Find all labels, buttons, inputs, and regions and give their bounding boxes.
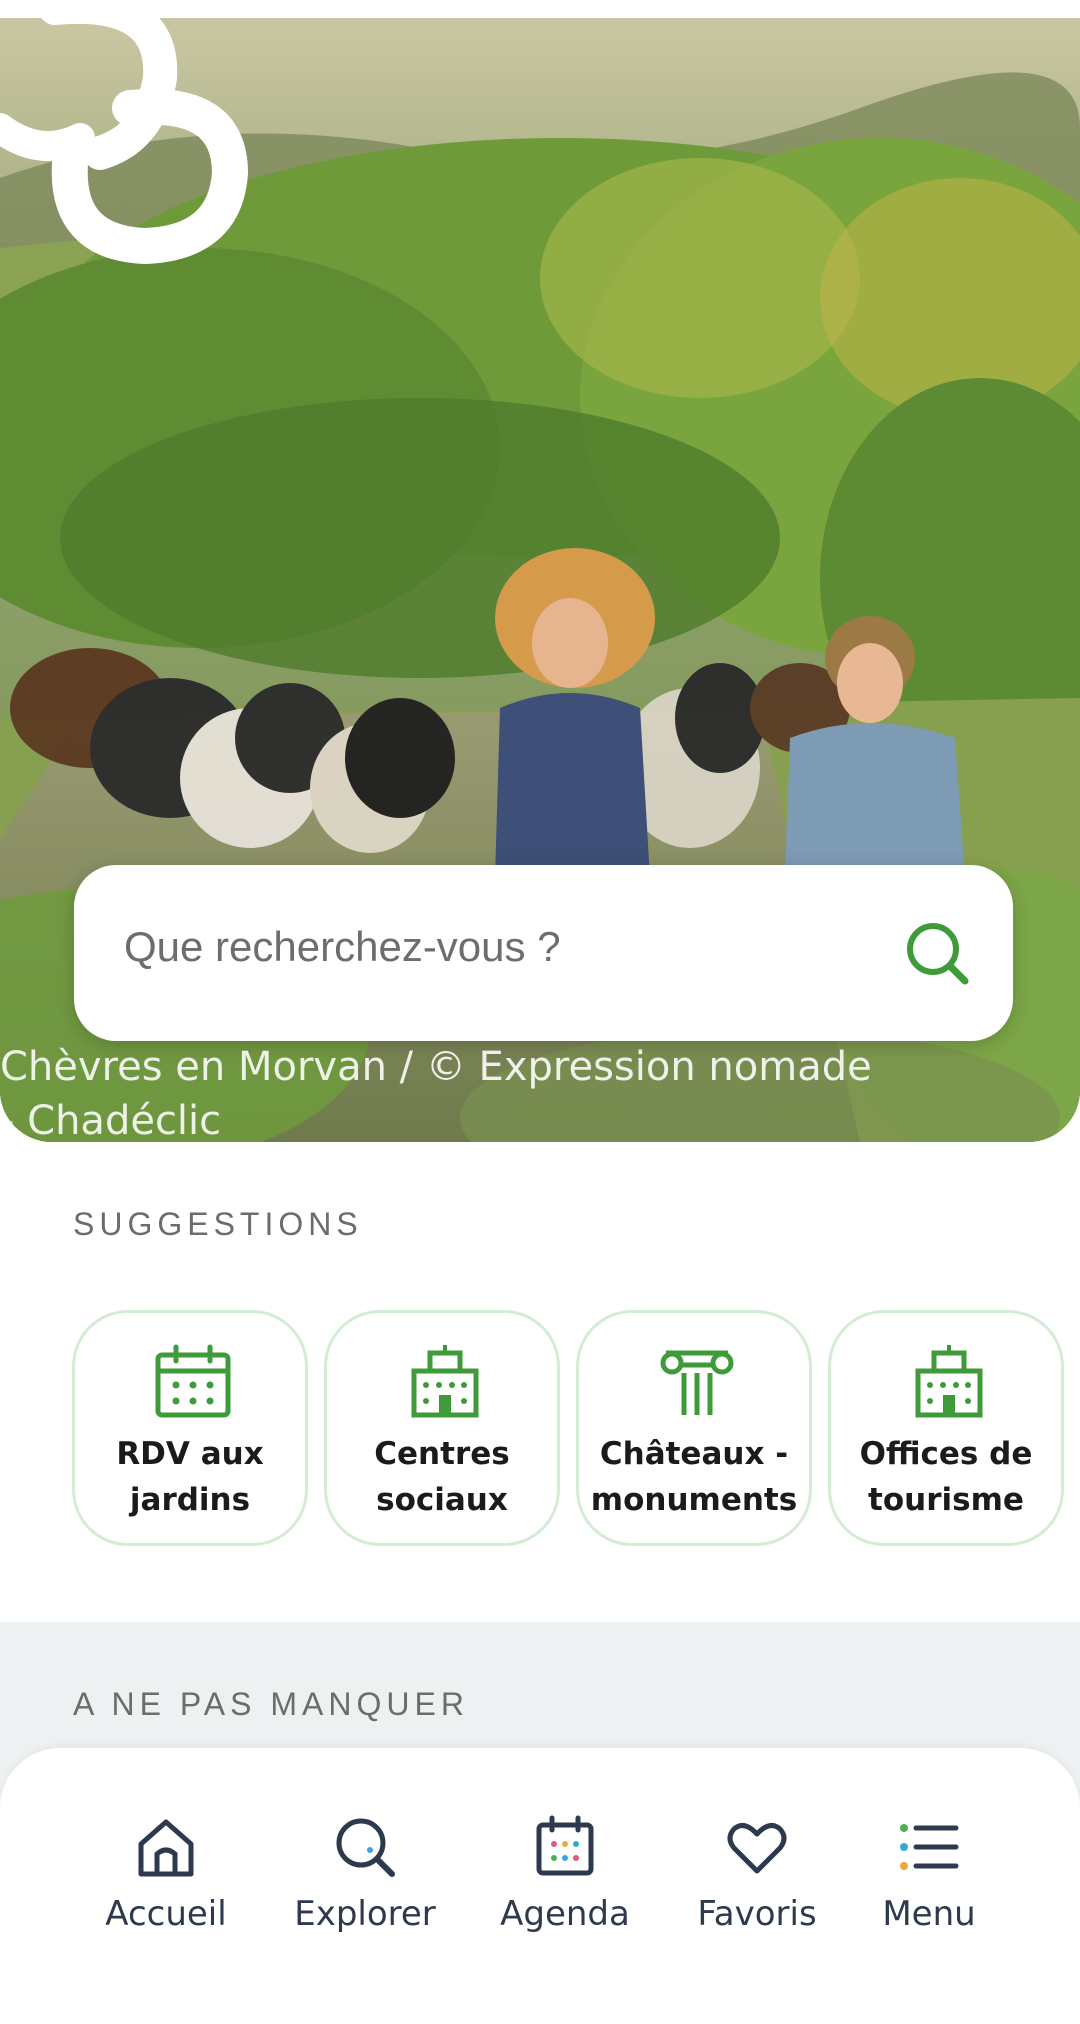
suggestions-list: RDV aux jardins Centres sociaux Châteaux… — [72, 1310, 1080, 1550]
nav-label: Favoris — [697, 1894, 817, 1934]
calendar-icon — [536, 1815, 594, 1876]
nav-item-menu[interactable]: Menu — [844, 1814, 1014, 1934]
column-icon — [660, 1350, 734, 1415]
suggestion-label: RDV aux jardins — [116, 1436, 264, 1518]
suggestion-card-rdv-jardins[interactable]: RDV aux jardins — [72, 1310, 308, 1546]
suggestions-title: SUGGESTIONS — [73, 1206, 363, 1242]
nav-label: Accueil — [105, 1894, 227, 1934]
status-strip — [0, 0, 1080, 18]
search-input[interactable]: Que recherchez-vous ? — [124, 923, 561, 971]
nav-item-accueil[interactable]: Accueil — [81, 1814, 251, 1934]
photo-credit: Chèvres en Morvan / © Expression nomade … — [0, 1044, 872, 1142]
nav-label: Menu — [882, 1894, 976, 1934]
search-icon[interactable] — [903, 919, 971, 987]
search-icon — [336, 1818, 395, 1877]
nav-item-favoris[interactable]: Favoris — [672, 1814, 842, 1934]
calendar-icon — [155, 1344, 231, 1418]
heart-icon — [727, 1822, 787, 1874]
suggestion-label: Châteaux - monuments — [590, 1436, 798, 1518]
suggestion-card-offices-tourisme[interactable]: Offices de tourisme — [828, 1310, 1064, 1546]
nav-item-explorer[interactable]: Explorer — [280, 1814, 450, 1934]
building-icon — [915, 1345, 983, 1418]
nav-label: Explorer — [294, 1894, 436, 1934]
building-icon — [411, 1345, 479, 1418]
suggestion-label: Offices de tourisme — [859, 1436, 1033, 1518]
ne-pas-manquer-title: A NE PAS MANQUER — [73, 1686, 469, 1722]
brand-logo-icon — [0, 18, 249, 265]
girl-figure — [495, 548, 655, 878]
hero-banner[interactable]: Que recherchez-vous ? Chèvres en Morvan … — [0, 18, 1080, 1142]
home-icon — [138, 1819, 194, 1877]
suggestion-card-centres-sociaux[interactable]: Centres sociaux — [324, 1310, 560, 1546]
suggestion-card-chateaux-monuments[interactable]: Châteaux - monuments — [576, 1310, 812, 1546]
search-bar[interactable]: Que recherchez-vous ? — [74, 865, 1013, 1041]
menu-icon — [900, 1824, 959, 1870]
suggestion-label: Centres sociaux — [374, 1436, 510, 1518]
nav-item-agenda[interactable]: Agenda — [480, 1814, 650, 1934]
nav-label: Agenda — [500, 1894, 630, 1934]
bottom-nav: Accueil Explorer Agenda Favoris Menu — [0, 1748, 1080, 2024]
